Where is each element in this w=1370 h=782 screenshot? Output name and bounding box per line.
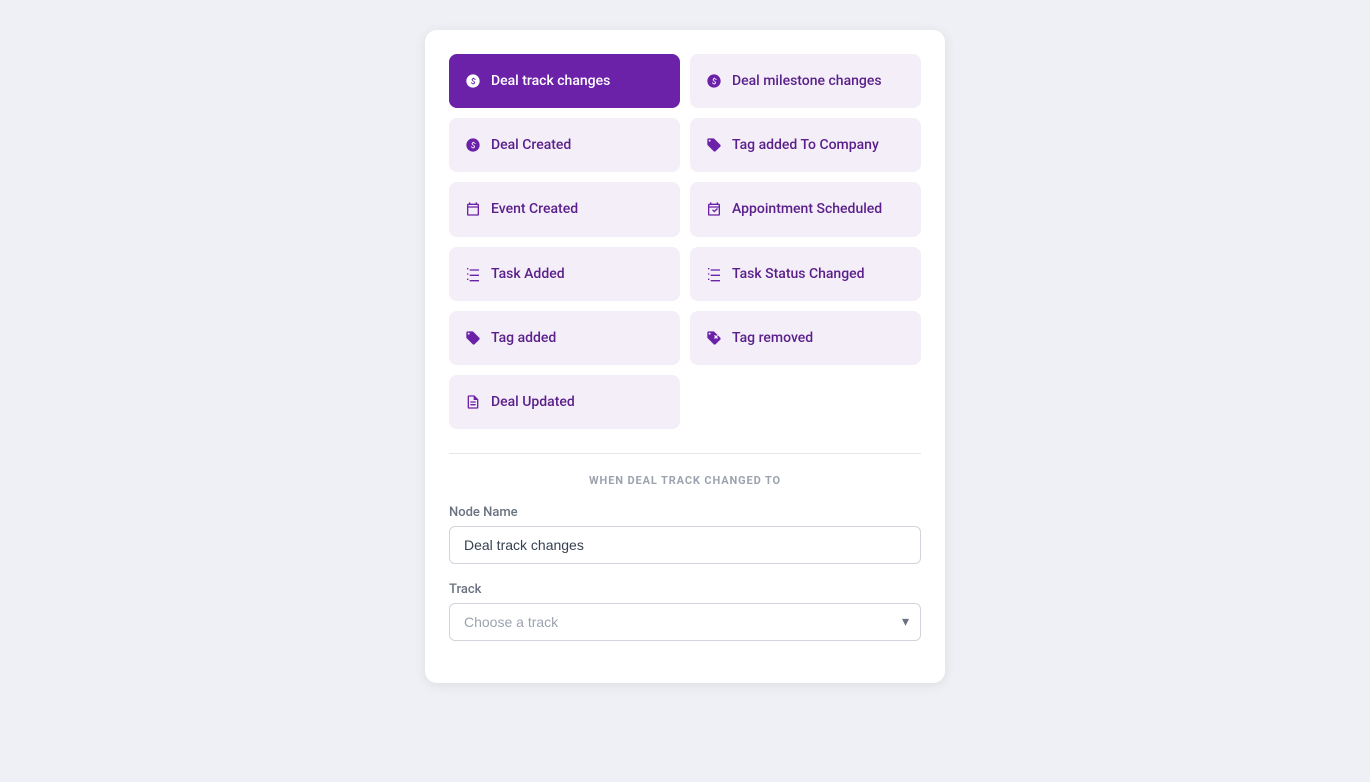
trigger-label-tag-added-to-company: Tag added To Company: [732, 136, 879, 154]
document-icon: [465, 394, 481, 410]
track-select-wrapper: Choose a trackTrack 1Track 2 ▾: [449, 603, 921, 641]
tag-remove-icon: [706, 330, 722, 346]
node-name-input[interactable]: [449, 526, 921, 564]
task-list-icon: [706, 266, 722, 282]
trigger-item-task-added[interactable]: Task Added: [449, 247, 680, 301]
calendar-check-icon: [706, 201, 722, 217]
trigger-label-deal-track-changes: Deal track changes: [491, 72, 610, 90]
trigger-item-event-created[interactable]: Event Created: [449, 182, 680, 236]
dollar-icon: [706, 73, 722, 89]
trigger-item-tag-added[interactable]: Tag added: [449, 311, 680, 365]
node-name-group: Node Name: [449, 505, 921, 564]
trigger-item-tag-removed[interactable]: Tag removed: [690, 311, 921, 365]
task-list-icon: [465, 266, 481, 282]
trigger-label-task-status-changed: Task Status Changed: [732, 265, 865, 283]
track-label: Track: [449, 582, 921, 597]
trigger-item-deal-milestone-changes[interactable]: Deal milestone changes: [690, 54, 921, 108]
dollar-icon: [465, 73, 481, 89]
trigger-item-appointment-scheduled[interactable]: Appointment Scheduled: [690, 182, 921, 236]
node-name-label: Node Name: [449, 505, 921, 520]
trigger-item-task-status-changed[interactable]: Task Status Changed: [690, 247, 921, 301]
section-header: WHEN DEAL TRACK CHANGED TO: [449, 474, 921, 487]
trigger-label-tag-added: Tag added: [491, 329, 556, 347]
calendar-icon: [465, 201, 481, 217]
track-group: Track Choose a trackTrack 1Track 2 ▾: [449, 582, 921, 641]
trigger-label-event-created: Event Created: [491, 200, 578, 218]
trigger-item-deal-updated[interactable]: Deal Updated: [449, 375, 680, 429]
track-select[interactable]: Choose a trackTrack 1Track 2: [449, 603, 921, 641]
trigger-label-task-added: Task Added: [491, 265, 565, 283]
dollar-icon: [465, 137, 481, 153]
trigger-grid: Deal track changes Deal milestone changes…: [449, 54, 921, 429]
trigger-label-deal-updated: Deal Updated: [491, 393, 575, 411]
main-card: Deal track changes Deal milestone changes…: [425, 30, 945, 683]
tag-icon: [465, 330, 481, 346]
trigger-item-deal-track-changes[interactable]: Deal track changes: [449, 54, 680, 108]
trigger-item-deal-created[interactable]: Deal Created: [449, 118, 680, 172]
trigger-label-deal-milestone-changes: Deal milestone changes: [732, 72, 882, 90]
trigger-item-tag-added-to-company[interactable]: Tag added To Company: [690, 118, 921, 172]
trigger-label-tag-removed: Tag removed: [732, 329, 813, 347]
section-divider: [449, 453, 921, 454]
tag-icon: [706, 137, 722, 153]
trigger-label-deal-created: Deal Created: [491, 136, 571, 154]
trigger-label-appointment-scheduled: Appointment Scheduled: [732, 200, 882, 218]
